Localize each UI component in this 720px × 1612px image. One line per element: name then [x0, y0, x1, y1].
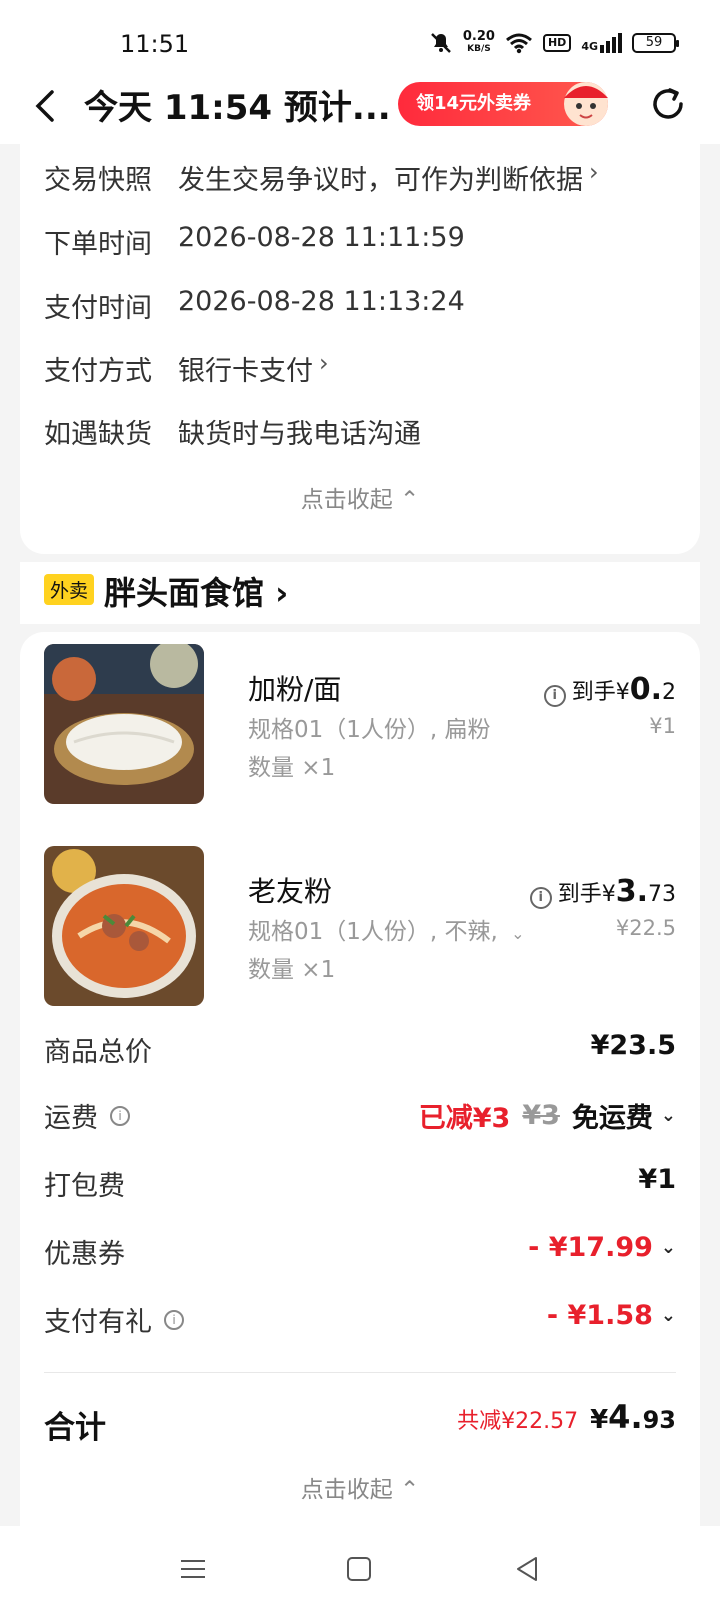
packing-fee-row: 打包费 ¥1 [44, 1164, 676, 1202]
item-original-price: ¥1 [649, 714, 676, 738]
wifi-icon [506, 33, 532, 54]
divider [44, 1372, 676, 1373]
info-row-snapshot[interactable]: 交易快照 发生交易争议时，可作为判断依据 › [44, 158, 599, 197]
chevron-down-icon: ⌄ [660, 1237, 676, 1258]
total-row: 合计 共减¥22.57 ¥ 4. 93 [44, 1398, 676, 1446]
coupon-row[interactable]: 优惠券 - ¥17.99 ⌄ [44, 1232, 676, 1272]
coupon-promo-button[interactable]: 领14元外卖券 [398, 82, 608, 126]
info-row-pay-method[interactable]: 支付方式 银行卡支付 › [44, 349, 329, 388]
collapse-button[interactable]: 点击收起 ⌃ [20, 1470, 700, 1504]
status-icons: 0.20 KB/S HD 4G 59 [429, 29, 679, 56]
battery-icon: 59 [632, 33, 679, 53]
info-row-order-time: 下单时间 2026-08-28 11:11:59 [44, 222, 465, 260]
mascot-icon [564, 82, 608, 126]
delivery-tag: 外卖 [44, 574, 95, 605]
info-row-out-of-stock: 如遇缺货 缺货时与我电话沟通 [44, 419, 421, 450]
item-spec: 规格01（1人份）, 不辣, ⌄ [248, 919, 525, 945]
chevron-left-icon [35, 90, 54, 122]
chevron-up-icon: ⌃ [400, 1477, 420, 1503]
order-info-card: 交易快照 发生交易争议时，可作为判断依据 › 下单时间 2026-08-28 1… [20, 144, 700, 554]
item-final-price: i 到手¥ 3. 73 [529, 874, 676, 909]
item-spec: 规格01（1人份）, 扁粉 [248, 717, 491, 743]
system-nav-bar [0, 1526, 720, 1612]
home-icon[interactable] [344, 1554, 374, 1584]
back-icon[interactable] [512, 1554, 542, 1584]
status-time: 11:51 [120, 30, 190, 58]
shop-header[interactable]: 外卖 胖头面食馆 › [20, 562, 700, 624]
item-original-price: ¥22.5 [615, 916, 676, 940]
list-item[interactable]: 加粉/面 规格01（1人份）, 扁粉 数量 ×1 i 到手¥ 0. 2 ¥1 [44, 644, 676, 804]
chevron-right-icon: › [275, 574, 289, 612]
shop-name: 胖头面食馆 › [104, 574, 289, 612]
list-item[interactable]: 老友粉 规格01（1人份）, 不辣, ⌄ 数量 ×1 i 到手¥ 3. 73 ¥… [44, 846, 676, 1006]
info-row-pay-time: 支付时间 2026-08-28 11:13:24 [44, 286, 465, 324]
hd-badge: HD [542, 34, 572, 52]
item-name: 加粉/面 [248, 673, 342, 706]
chevron-up-icon: ⌃ [400, 487, 420, 513]
collapse-button[interactable]: 点击收起 ⌃ [20, 480, 700, 514]
pay-gift-row[interactable]: 支付有礼 i - ¥1.58 ⌄ [44, 1300, 676, 1340]
info-icon[interactable]: i [110, 1105, 130, 1126]
refresh-icon [653, 88, 683, 119]
net-speed: 0.20 KB/S [462, 29, 495, 54]
status-bar: 11:51 0.20 KB/S HD 4G 59 [0, 0, 720, 70]
chevron-right-icon: › [589, 158, 599, 186]
item-qty: 数量 ×1 [248, 755, 336, 781]
chevron-right-icon: › [319, 349, 329, 377]
order-detail-card: 加粉/面 规格01（1人份）, 扁粉 数量 ×1 i 到手¥ 0. 2 ¥1 老… [20, 632, 700, 1532]
chevron-down-icon: ⌄ [660, 1305, 676, 1326]
item-name: 老友粉 [248, 875, 333, 908]
item-qty: 数量 ×1 [248, 957, 336, 983]
info-icon[interactable]: i [164, 1309, 184, 1330]
total-saved: 共减¥22.57 [457, 1409, 579, 1434]
product-image [44, 846, 204, 1006]
page-title: 今天 11:54 预计... [84, 88, 391, 128]
back-button[interactable] [28, 84, 68, 128]
header: 今天 11:54 预计... 领14元外卖券 [0, 70, 720, 144]
info-icon[interactable]: i [543, 685, 566, 707]
shipping-row[interactable]: 运费 i 已减¥3 ¥3 免运费 ⌄ [44, 1096, 676, 1136]
chevron-down-icon[interactable]: ⌄ [511, 924, 524, 943]
info-icon[interactable]: i [529, 887, 552, 909]
goods-total-row: 商品总价 ¥23.5 [44, 1030, 676, 1068]
menu-icon[interactable] [178, 1554, 208, 1584]
product-image [44, 644, 204, 804]
refresh-button[interactable] [648, 84, 688, 124]
chevron-down-icon: ⌄ [660, 1105, 676, 1126]
item-final-price: i 到手¥ 0. 2 [543, 672, 676, 707]
mute-bell-icon [431, 33, 451, 53]
signal-icon: 4G [581, 33, 622, 53]
